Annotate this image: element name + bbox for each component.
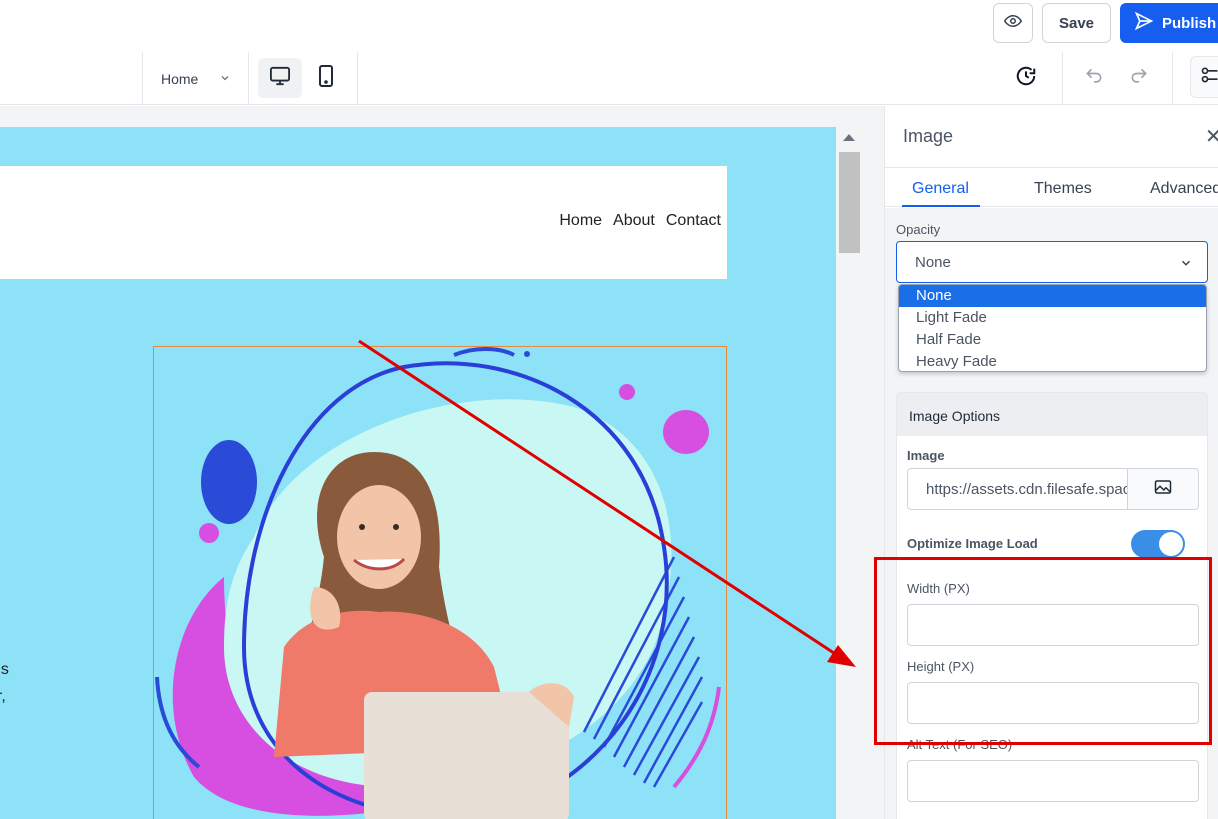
chevron-down-icon xyxy=(219,71,231,87)
hero-text-line: us xyxy=(0,661,9,678)
image-options-section: Image Options Image https://assets.cdn.f… xyxy=(896,392,1208,819)
site-nav: Home About Contact xyxy=(559,212,721,230)
publish-label: Publish xyxy=(1162,14,1217,32)
optimize-toggle[interactable] xyxy=(1131,530,1185,558)
send-icon xyxy=(1134,11,1154,35)
eye-icon xyxy=(1003,12,1023,35)
canvas-scrollbar[interactable] xyxy=(836,127,863,819)
opacity-dropdown: None Light Fade Half Fade Heavy Fade xyxy=(898,284,1207,372)
nav-link-contact[interactable]: Contact xyxy=(666,212,721,230)
hero-text[interactable]: us er, xyxy=(0,656,9,710)
close-icon[interactable]: ✕ xyxy=(1205,124,1218,149)
image-icon xyxy=(1154,479,1172,500)
selected-image-element[interactable] xyxy=(153,346,727,819)
opacity-select[interactable]: None xyxy=(896,241,1208,283)
history-button[interactable] xyxy=(1013,65,1039,91)
desktop-icon xyxy=(269,66,291,91)
editor-canvas: Home About Contact us er, xyxy=(0,106,884,819)
page-select-value: Home xyxy=(161,71,199,87)
publish-button[interactable]: Publish xyxy=(1120,3,1218,43)
width-input[interactable] xyxy=(907,604,1199,646)
divider xyxy=(357,52,358,104)
editor-toolbar: Home xyxy=(0,52,1218,105)
tab-themes[interactable]: Themes xyxy=(1034,180,1092,198)
hero-image xyxy=(155,347,721,819)
image-picker-button[interactable] xyxy=(1127,468,1199,510)
redo-button[interactable] xyxy=(1126,65,1152,91)
desktop-view-button[interactable] xyxy=(258,58,302,98)
toggle-knob xyxy=(1159,532,1183,556)
tab-advanced[interactable]: Advanced xyxy=(1150,180,1218,198)
dropdown-option[interactable]: Heavy Fade xyxy=(899,351,1206,371)
scroll-thumb[interactable] xyxy=(839,152,860,253)
preview-button[interactable] xyxy=(993,3,1033,43)
opacity-label: Opacity xyxy=(896,222,941,237)
height-input[interactable] xyxy=(907,682,1199,724)
page-select[interactable]: Home xyxy=(161,68,231,90)
active-tab-indicator xyxy=(902,205,980,207)
page-preview[interactable]: Home About Contact us er, xyxy=(0,127,836,819)
settings-icon xyxy=(1200,65,1218,90)
tab-general[interactable]: General xyxy=(912,180,969,198)
dropdown-option[interactable]: Half Fade xyxy=(899,329,1206,351)
panel-tabs: General Themes Advanced xyxy=(885,167,1218,207)
mobile-view-button[interactable] xyxy=(304,58,348,98)
dropdown-option[interactable]: Light Fade xyxy=(899,307,1206,329)
mobile-icon xyxy=(318,64,334,92)
site-header[interactable]: Home About Contact xyxy=(0,166,727,279)
optimize-label: Optimize Image Load xyxy=(907,536,1038,551)
dropdown-option[interactable]: None xyxy=(899,285,1206,307)
section-heading[interactable]: Image Options xyxy=(897,393,1207,436)
scroll-up-arrow[interactable] xyxy=(843,134,855,141)
opacity-select-value: None xyxy=(915,254,951,271)
panel-title: Image xyxy=(903,126,954,146)
undo-button[interactable] xyxy=(1081,65,1107,91)
nav-link-home[interactable]: Home xyxy=(559,212,602,230)
image-label: Image xyxy=(907,448,945,463)
top-bar: Save Publish xyxy=(0,0,1218,52)
alt-text-label: Alt Text (For SEO) xyxy=(907,737,1013,752)
history-icon xyxy=(1015,65,1037,92)
image-url-input[interactable]: https://assets.cdn.filesafe.space/ xyxy=(907,468,1128,510)
width-label: Width (PX) xyxy=(907,581,970,596)
undo-icon xyxy=(1084,66,1104,91)
nav-link-about[interactable]: About xyxy=(613,212,655,230)
alt-text-input[interactable] xyxy=(907,760,1199,802)
properties-panel: Image ✕ General Themes Advanced Opacity … xyxy=(884,106,1218,819)
height-label: Height (PX) xyxy=(907,659,975,674)
save-button[interactable]: Save xyxy=(1042,3,1111,43)
divider xyxy=(142,52,143,104)
divider xyxy=(1172,52,1173,104)
redo-icon xyxy=(1129,66,1149,91)
divider xyxy=(1062,52,1063,104)
chevron-down-icon xyxy=(1179,256,1193,274)
hero-text-line: er, xyxy=(0,688,6,705)
divider xyxy=(248,52,249,104)
settings-button[interactable] xyxy=(1190,56,1218,98)
